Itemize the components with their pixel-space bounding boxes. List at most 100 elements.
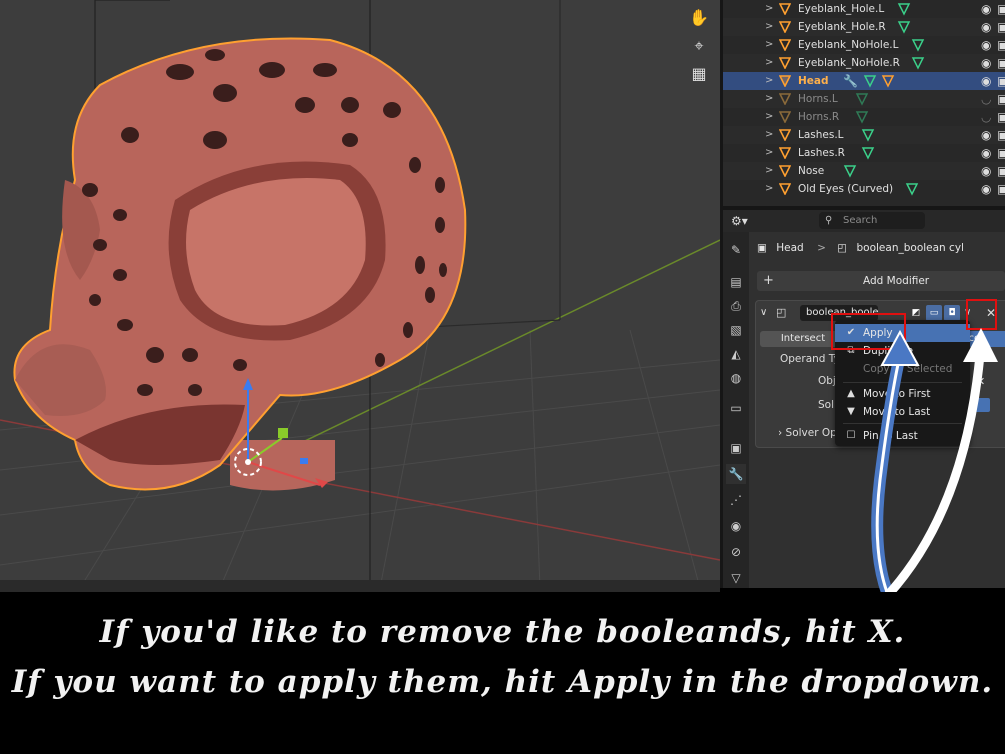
eye-icon[interactable]: ◉ xyxy=(981,126,995,144)
mesh-data-icon xyxy=(897,3,911,16)
collection-tab-icon[interactable]: ▭ xyxy=(726,398,746,418)
eye-closed-icon[interactable]: ◡ xyxy=(981,90,995,108)
camera-icon[interactable]: ▣ xyxy=(997,180,1005,198)
outliner-row[interactable]: > Eyeblank_Hole.L ◉ ▣ xyxy=(723,0,1005,18)
outliner-item-label: Nose xyxy=(798,165,825,177)
outliner-row[interactable]: > Eyeblank_NoHole.R ◉ ▣ xyxy=(723,54,1005,72)
object-tab-icon[interactable]: ▣ xyxy=(726,438,746,458)
chevron-right-icon[interactable]: > xyxy=(765,162,775,180)
mesh-object-icon xyxy=(881,75,895,88)
camera-icon[interactable]: ▣ xyxy=(997,126,1005,144)
checkbox-icon: ☐ xyxy=(846,430,856,441)
tool-tab-icon[interactable]: ✎ xyxy=(726,240,746,260)
breadcrumb: ▣ Head > ◰ boolean_boolean cyl xyxy=(757,240,964,256)
outliner-row-active[interactable]: > Head 🔧 ◉ ▣ xyxy=(723,72,1005,90)
properties-header: ⚙▾ ⚲ Search xyxy=(723,210,1005,232)
chevron-right-icon[interactable]: > xyxy=(765,0,775,18)
mesh-object-icon xyxy=(779,21,791,33)
outliner-row[interactable]: > Horns.R ◡ ▣ xyxy=(723,108,1005,126)
outliner-row[interactable]: > Eyeblank_Hole.R ◉ ▣ xyxy=(723,18,1005,36)
solver-options-text: Solver Op xyxy=(785,427,837,439)
breadcrumb-object: Head xyxy=(776,242,804,254)
camera-icon[interactable]: ▣ xyxy=(997,162,1005,180)
caption-line-2: If you want to apply them, hit Apply in … xyxy=(11,664,994,700)
eye-icon[interactable]: ◉ xyxy=(981,18,995,36)
output-tab-icon[interactable]: ⎙ xyxy=(726,296,746,316)
eye-icon[interactable]: ◉ xyxy=(981,162,995,180)
eye-icon[interactable]: ◉ xyxy=(981,54,995,72)
add-modifier-label: Add Modifier xyxy=(863,275,930,287)
constraints-tab-icon[interactable]: ⊘ xyxy=(726,542,746,562)
mesh-data-icon xyxy=(855,111,869,124)
modifier-tab-icon[interactable]: 🔧 xyxy=(726,464,746,484)
outliner-row[interactable]: > Old Eyes (Curved) ◉ ▣ xyxy=(723,180,1005,198)
outliner-item-label: Eyeblank_NoHole.L xyxy=(798,39,899,51)
outliner-item-label: Lashes.L xyxy=(798,129,844,141)
eye-icon[interactable]: ◉ xyxy=(981,72,995,90)
outliner-row[interactable]: > Horns.L ◡ ▣ xyxy=(723,90,1005,108)
mesh-object-icon xyxy=(779,3,791,15)
outliner-item-label: Lashes.R xyxy=(798,147,845,159)
wrench-icon: 🔧 xyxy=(843,74,858,88)
eye-icon[interactable]: ◉ xyxy=(981,36,995,54)
object-label: Obj xyxy=(818,375,836,387)
particles-tab-icon[interactable]: ⋰ xyxy=(726,490,746,510)
solver-label: Sol xyxy=(818,399,835,411)
camera-icon[interactable]: ▣ xyxy=(997,144,1005,162)
add-modifier-button[interactable]: + Add Modifier xyxy=(757,271,1005,291)
collapse-chevron-icon[interactable]: ∨ xyxy=(760,305,767,321)
chevron-right-icon[interactable]: > xyxy=(765,108,775,126)
hand-pan-icon[interactable]: ✋ xyxy=(686,6,712,30)
outliner-row[interactable]: > Eyeblank_NoHole.L ◉ ▣ xyxy=(723,36,1005,54)
editor-type-icon[interactable]: ⚙▾ xyxy=(731,213,759,229)
outliner-row[interactable]: > Lashes.R ◉ ▣ xyxy=(723,144,1005,162)
camera-icon[interactable]: ▣ xyxy=(997,72,1005,90)
mesh-data-icon xyxy=(911,57,925,70)
modifier-icon: ◰ xyxy=(837,242,848,254)
outliner-panel: > Eyeblank_Hole.L ◉ ▣ > Eyeblank_Hole.R ◉… xyxy=(723,0,1005,206)
outliner-row[interactable]: > Lashes.L ◉ ▣ xyxy=(723,126,1005,144)
outliner-item-label: Horns.L xyxy=(798,93,838,105)
view-layer-tab-icon[interactable]: ▧ xyxy=(726,320,746,340)
outliner-item-label: Eyeblank_NoHole.R xyxy=(798,57,900,69)
outliner-item-label: Old Eyes (Curved) xyxy=(798,183,894,195)
camera-view-icon[interactable]: ⌖ xyxy=(686,34,712,58)
camera-icon[interactable]: ▣ xyxy=(997,54,1005,72)
chevron-right-icon[interactable]: > xyxy=(765,126,775,144)
outliner-row[interactable]: > Nose ◉ ▣ xyxy=(723,162,1005,180)
mesh-data-icon xyxy=(897,21,911,34)
viewport-scene xyxy=(0,0,720,588)
chevron-right-icon[interactable]: > xyxy=(765,180,775,198)
camera-icon[interactable]: ▣ xyxy=(997,108,1005,126)
render-tab-icon[interactable]: ▤ xyxy=(726,272,746,292)
camera-icon[interactable]: ▣ xyxy=(997,0,1005,18)
3d-viewport[interactable]: ✋ ⌖ ▦ xyxy=(0,0,720,588)
data-tab-icon[interactable]: ▽ xyxy=(726,568,746,588)
world-tab-icon[interactable]: ◍ xyxy=(726,368,746,388)
grid-perspective-icon[interactable]: ▦ xyxy=(686,62,712,86)
chevron-right-icon[interactable]: > xyxy=(765,72,775,90)
eye-closed-icon[interactable]: ◡ xyxy=(981,108,995,126)
mesh-object-icon xyxy=(779,111,791,123)
eye-icon[interactable]: ◉ xyxy=(981,144,995,162)
search-field[interactable]: ⚲ Search xyxy=(819,212,925,229)
mesh-object-icon xyxy=(779,183,791,195)
chevron-right-icon[interactable]: > xyxy=(765,36,775,54)
camera-icon[interactable]: ▣ xyxy=(997,90,1005,108)
plus-icon: + xyxy=(763,273,774,288)
physics-tab-icon[interactable]: ◉ xyxy=(726,516,746,536)
camera-icon[interactable]: ▣ xyxy=(997,36,1005,54)
eye-icon[interactable]: ◉ xyxy=(981,0,995,18)
solver-options-label[interactable]: › Solver Op xyxy=(778,427,837,439)
chevron-right-icon[interactable]: > xyxy=(765,90,775,108)
camera-icon[interactable]: ▣ xyxy=(997,18,1005,36)
chevron-right-icon[interactable]: > xyxy=(765,18,775,36)
eye-icon[interactable]: ◉ xyxy=(981,180,995,198)
properties-tabs: ✎ ▤ ⎙ ▧ ◭ ◍ ▭ ▣ 🔧 ⋰ ◉ ⊘ ▽ xyxy=(723,232,749,588)
outliner-item-label: Eyeblank_Hole.L xyxy=(798,3,885,15)
scene-tab-icon[interactable]: ◭ xyxy=(726,344,746,364)
chevron-right-icon[interactable]: > xyxy=(765,144,775,162)
chevron-right-icon[interactable]: > xyxy=(765,54,775,72)
arrow-up-icon: ▲ xyxy=(847,388,855,399)
mesh-object-icon xyxy=(779,165,791,177)
